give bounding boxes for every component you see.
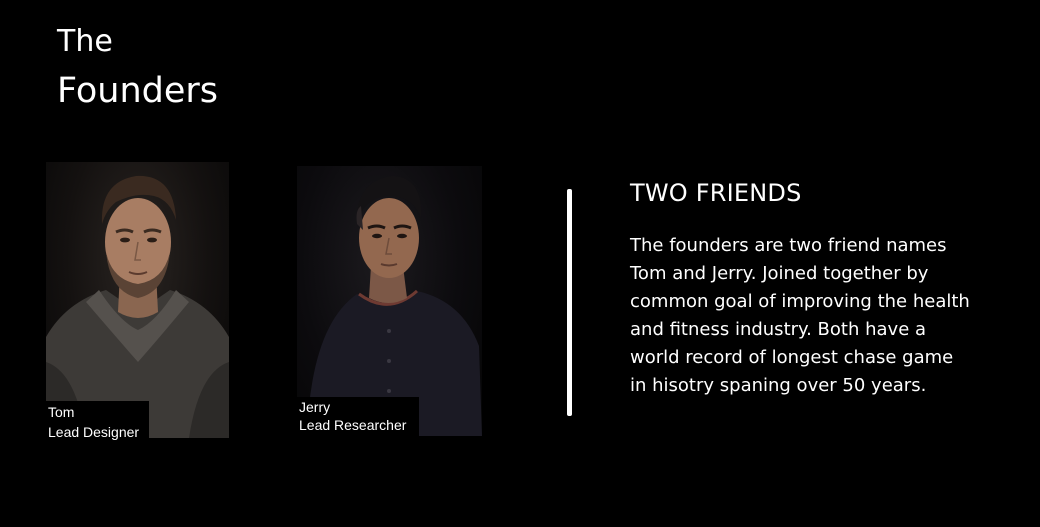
- founder-name: Tom: [48, 404, 75, 420]
- portrait-jerry-illustration: [307, 176, 482, 436]
- founder-caption-tom: Tom Lead Designer: [46, 401, 149, 440]
- founder-caption-jerry: Jerry Lead Researcher: [297, 397, 419, 436]
- page-title-line-2: Founders: [57, 71, 219, 111]
- founder-role: Lead Designer: [48, 424, 140, 440]
- founder-photo-tom: [46, 162, 229, 438]
- founder-name: Jerry: [299, 399, 331, 415]
- portrait-tom-illustration: [46, 175, 229, 438]
- founder-photo-jerry: [297, 166, 482, 436]
- section-heading: TWO FRIENDS: [630, 179, 802, 207]
- section-body-text: The founders are two friend names Tom an…: [630, 235, 970, 396]
- founder-role: Lead Researcher: [299, 417, 407, 433]
- page-title-line-1: The: [57, 24, 113, 59]
- vertical-divider: [567, 189, 572, 416]
